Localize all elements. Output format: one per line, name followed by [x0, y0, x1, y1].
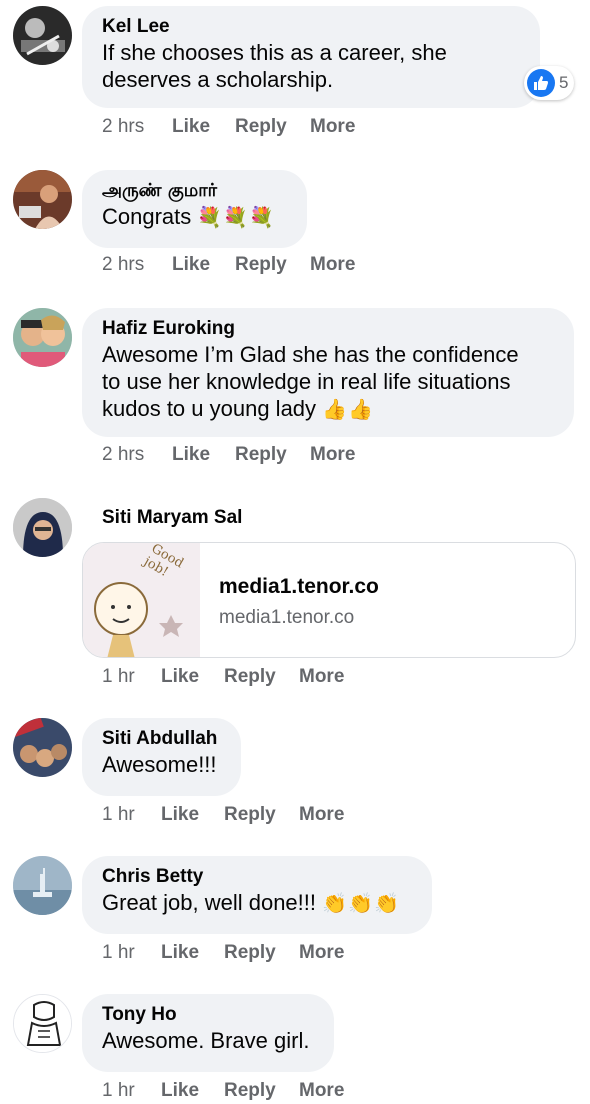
- avatar-sketch-icon: [14, 995, 71, 1052]
- more-button[interactable]: More: [310, 254, 355, 276]
- more-button[interactable]: More: [299, 942, 344, 964]
- avatar-statue-icon: [13, 856, 72, 915]
- comment-bubble: Hafiz Euroking Awesome I’m Glad she has …: [82, 308, 574, 437]
- bouquet-emoji-icon: 💐💐💐: [197, 207, 276, 229]
- comment-actions: 1 hr Like Reply More: [102, 664, 344, 690]
- like-thumbs-up-icon: [527, 69, 555, 97]
- comment-text: to use her knowledge in real life situat…: [102, 369, 511, 394]
- comment-text: Awesome I’m Glad she has the confidence: [102, 342, 519, 367]
- more-button[interactable]: More: [310, 444, 355, 466]
- comment-actions: 2 hrs Like Reply More: [102, 114, 355, 140]
- reply-button[interactable]: Reply: [224, 666, 299, 688]
- comment-author[interactable]: Siti Maryam Sal: [102, 506, 242, 530]
- comment-author[interactable]: Siti Abdullah: [102, 727, 221, 751]
- comment-time[interactable]: 2 hrs: [102, 444, 172, 466]
- comment-bubble: Chris Betty Great job, well done!!! 👏👏👏: [82, 856, 432, 934]
- comment-author[interactable]: Tony Ho: [102, 1003, 314, 1027]
- link-thumbnail: Good job!: [83, 543, 200, 657]
- comment-author[interactable]: Kel Lee: [102, 15, 520, 39]
- comment-text-content: Congrats: [102, 204, 192, 229]
- reply-button[interactable]: Reply: [224, 1080, 299, 1102]
- like-button[interactable]: Like: [161, 804, 224, 826]
- link-title[interactable]: media1.tenor.co: [219, 575, 379, 599]
- avatar-hijab-icon: [13, 498, 72, 557]
- comment-time[interactable]: 1 hr: [102, 1080, 161, 1102]
- comment-author[interactable]: Hafiz Euroking: [102, 317, 554, 341]
- more-button[interactable]: More: [299, 666, 344, 688]
- avatar-group-icon: [13, 718, 72, 777]
- comment-text: Great job, well done!!! 👏👏👏: [102, 889, 412, 918]
- comment-bubble: Siti Abdullah Awesome!!!: [82, 718, 241, 796]
- avatar[interactable]: [13, 994, 72, 1053]
- like-button[interactable]: Like: [161, 1080, 224, 1102]
- reply-button[interactable]: Reply: [224, 804, 299, 826]
- reply-button[interactable]: Reply: [235, 444, 310, 466]
- avatar[interactable]: [13, 856, 72, 915]
- clapping-hands-emoji-icon: 👏👏👏: [322, 893, 400, 915]
- avatar[interactable]: [13, 170, 72, 229]
- comment-text: Awesome!!!: [102, 752, 217, 777]
- comment-text: If she chooses this as a career, she: [102, 40, 447, 65]
- comment-actions: 1 hr Like Reply More: [102, 802, 344, 828]
- comment-time[interactable]: 2 hrs: [102, 116, 172, 138]
- comment-text: kudos to u young lady 👍👍: [102, 395, 554, 424]
- comment-bubble: Kel Lee If she chooses this as a career,…: [82, 6, 540, 108]
- comment-bubble: அருண் குமார் Congrats 💐💐💐: [82, 170, 307, 248]
- comment-time[interactable]: 1 hr: [102, 942, 161, 964]
- avatar[interactable]: [13, 498, 72, 557]
- comment-actions: 2 hrs Like Reply More: [102, 442, 355, 468]
- comment-time[interactable]: 1 hr: [102, 666, 161, 688]
- reply-button[interactable]: Reply: [235, 254, 310, 276]
- like-button[interactable]: Like: [172, 444, 235, 466]
- comment-text: deserves a scholarship.: [102, 67, 334, 92]
- avatar[interactable]: [13, 718, 72, 777]
- comment-text: Awesome. Brave girl.: [102, 1028, 310, 1053]
- more-button[interactable]: More: [310, 116, 355, 138]
- avatar[interactable]: [13, 308, 72, 367]
- comment-author[interactable]: அருண் குமார்: [102, 179, 287, 203]
- thumbs-up-emoji-icon: 👍👍: [322, 399, 374, 421]
- comment-time[interactable]: 1 hr: [102, 804, 161, 826]
- comment-text-content: kudos to u young lady: [102, 396, 317, 421]
- comment-bubble: Tony Ho Awesome. Brave girl.: [82, 994, 334, 1072]
- like-button[interactable]: Like: [172, 116, 235, 138]
- like-button[interactable]: Like: [161, 666, 224, 688]
- like-button[interactable]: Like: [172, 254, 235, 276]
- avatar-dj-icon: [13, 6, 72, 65]
- comment-actions: 1 hr Like Reply More: [102, 940, 344, 966]
- comment-actions: 2 hrs Like Reply More: [102, 252, 355, 278]
- like-button[interactable]: Like: [161, 942, 224, 964]
- reaction-summary[interactable]: 5: [524, 66, 574, 100]
- reply-button[interactable]: Reply: [224, 942, 299, 964]
- comment-actions: 1 hr Like Reply More: [102, 1078, 344, 1104]
- reaction-count: 5: [559, 73, 569, 92]
- link-domain: media1.tenor.co: [219, 607, 355, 628]
- avatar-singer-icon: [13, 170, 72, 229]
- comment-text-content: Great job, well done!!!: [102, 890, 317, 915]
- link-preview-card[interactable]: Good job! media1.tenor.co media1.tenor.c…: [82, 542, 576, 658]
- avatar-couple-cartoon-icon: [13, 308, 72, 367]
- comment-time[interactable]: 2 hrs: [102, 254, 172, 276]
- comment-text: Congrats 💐💐💐: [102, 203, 287, 232]
- reply-button[interactable]: Reply: [235, 116, 310, 138]
- more-button[interactable]: More: [299, 1080, 344, 1102]
- more-button[interactable]: More: [299, 804, 344, 826]
- comment-author[interactable]: Chris Betty: [102, 865, 412, 889]
- avatar[interactable]: [13, 6, 72, 65]
